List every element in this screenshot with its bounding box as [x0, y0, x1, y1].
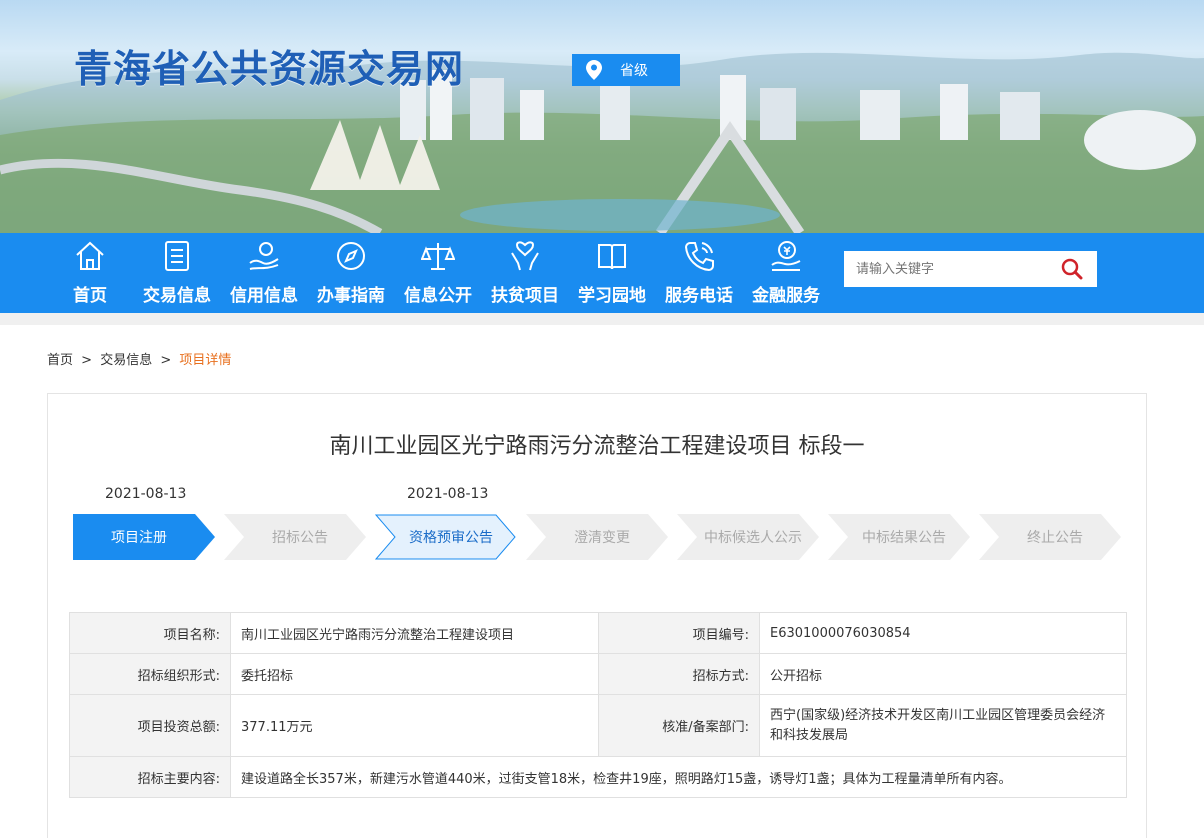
main-content-label: 招标主要内容: — [69, 756, 231, 798]
step-candidate-publicity[interactable]: 中标候选人公示 — [677, 514, 819, 560]
step-date: 2021-08-13 — [105, 486, 187, 502]
compass-icon — [337, 242, 365, 270]
nav-divider-strip — [0, 313, 1204, 325]
step-label: 招标公告 — [272, 530, 328, 546]
step-prequalification[interactable]: 资格预审公告 — [375, 514, 517, 560]
nav-label: 首页 — [73, 286, 107, 306]
project-code-value: E6301000076030854 — [759, 612, 1127, 654]
step-project-registration[interactable]: 项目注册 — [73, 514, 215, 560]
project-name-value: 南川工业园区光宁路雨污分流整治工程建设项目 — [230, 612, 599, 654]
breadcrumb-separator: > — [160, 353, 172, 368]
scale-icon — [421, 243, 455, 270]
location-pin-icon — [586, 60, 602, 80]
header-banner: 青海省公共资源交易网 省级 — [0, 0, 1204, 233]
search-box — [844, 251, 1097, 287]
tender-method-value: 公开招标 — [759, 653, 1127, 695]
table-row: 招标组织形式: 委托招标 招标方式: 公开招标 — [69, 653, 1127, 695]
step-label: 中标候选人公示 — [704, 530, 802, 546]
approval-dept-value: 西宁(国家级)经济技术开发区南川工业园区管理委员会经济和科技发展局 — [759, 694, 1127, 757]
step-label: 项目注册 — [111, 530, 167, 546]
project-name-label: 项目名称: — [69, 612, 231, 654]
nav-label: 交易信息 — [143, 286, 211, 306]
step-clarification[interactable]: 澄清变更 — [526, 514, 668, 560]
document-icon — [165, 241, 189, 271]
step-label: 中标结果公告 — [862, 530, 946, 546]
step-label: 资格预审公告 — [409, 530, 493, 546]
step-tender-notice[interactable]: 招标公告 — [224, 514, 366, 560]
main-content-value: 建设道路全长357米，新建污水管道440米，过街支管18米，检查井19座，照明路… — [230, 756, 1127, 798]
heart-hands-icon — [511, 241, 539, 271]
org-form-label: 招标组织形式: — [69, 653, 231, 695]
site-title: 青海省公共资源交易网 — [74, 47, 465, 91]
breadcrumb-current: 项目详情 — [179, 353, 232, 368]
nav-item-trade-info[interactable]: 交易信息 — [137, 233, 217, 313]
nav-label: 服务电话 — [665, 286, 733, 306]
nav-label: 信用信息 — [230, 286, 298, 306]
step-label: 终止公告 — [1027, 530, 1083, 546]
breadcrumb: 首页 > 交易信息 > 项目详情 — [47, 349, 235, 368]
investment-label: 项目投资总额: — [69, 694, 231, 757]
project-title: 南川工业园区光宁路雨污分流整治工程建设项目 标段一 — [329, 434, 865, 459]
search-icon[interactable] — [1061, 258, 1083, 280]
breadcrumb-trade-info[interactable]: 交易信息 — [100, 353, 152, 368]
home-icon — [76, 241, 104, 270]
nav-label: 信息公开 — [404, 286, 472, 306]
nav-item-home[interactable]: 首页 — [50, 233, 130, 313]
phone-icon — [684, 242, 714, 272]
project-info-table: 项目名称: 南川工业园区光宁路雨污分流整治工程建设项目 项目编号: E63010… — [69, 612, 1127, 798]
investment-value: 377.11万元 — [230, 694, 599, 757]
nav-item-study[interactable]: 学习园地 — [572, 233, 652, 313]
step-label: 澄清变更 — [574, 530, 630, 546]
nav-label: 办事指南 — [317, 286, 385, 306]
breadcrumb-separator: > — [81, 353, 93, 368]
nav-item-finance[interactable]: 金融服务 — [746, 233, 826, 313]
step-date: 2021-08-13 — [407, 486, 489, 502]
nav-label: 扶贫项目 — [491, 286, 559, 306]
nav-label: 学习园地 — [578, 286, 646, 306]
nav-item-hotline[interactable]: 服务电话 — [659, 233, 739, 313]
org-form-value: 委托招标 — [230, 653, 599, 695]
approval-dept-label: 核准/备案部门: — [598, 694, 760, 757]
main-nav: 首页 交易信息 信用信息 办事指南 信息公开 扶贫项目 学习园地 服务电话 金融… — [0, 233, 1204, 313]
process-steps: 项目注册 招标公告 资格预审公告 澄清变更 中标候选人公示 中标结果公告 终止公… — [73, 514, 1123, 560]
region-label: 省级 — [620, 63, 648, 79]
project-code-label: 项目编号: — [598, 612, 760, 654]
region-selector[interactable]: 省级 — [572, 54, 680, 86]
table-row: 招标主要内容: 建设道路全长357米，新建污水管道440米，过街支管18米，检查… — [69, 756, 1127, 798]
nav-item-credit-info[interactable]: 信用信息 — [224, 233, 304, 313]
book-icon — [598, 244, 626, 270]
project-detail-card: 南川工业园区光宁路雨污分流整治工程建设项目 标段一 2021-08-13 202… — [47, 393, 1147, 838]
nav-item-disclosure[interactable]: 信息公开 — [398, 233, 478, 313]
tender-method-label: 招标方式: — [598, 653, 760, 695]
step-termination[interactable]: 终止公告 — [979, 514, 1121, 560]
nav-item-poverty[interactable]: 扶贫项目 — [485, 233, 565, 313]
step-award-result[interactable]: 中标结果公告 — [828, 514, 970, 560]
table-row: 项目投资总额: 377.11万元 核准/备案部门: 西宁(国家级)经济技术开发区… — [69, 694, 1127, 757]
hand-credit-icon — [249, 242, 279, 270]
table-row: 项目名称: 南川工业园区光宁路雨污分流整治工程建设项目 项目编号: E63010… — [69, 612, 1127, 654]
breadcrumb-home[interactable]: 首页 — [47, 353, 73, 368]
nav-item-guide[interactable]: 办事指南 — [311, 233, 391, 313]
nav-label: 金融服务 — [752, 286, 820, 306]
finance-icon — [771, 241, 801, 271]
search-input[interactable] — [856, 251, 1046, 287]
